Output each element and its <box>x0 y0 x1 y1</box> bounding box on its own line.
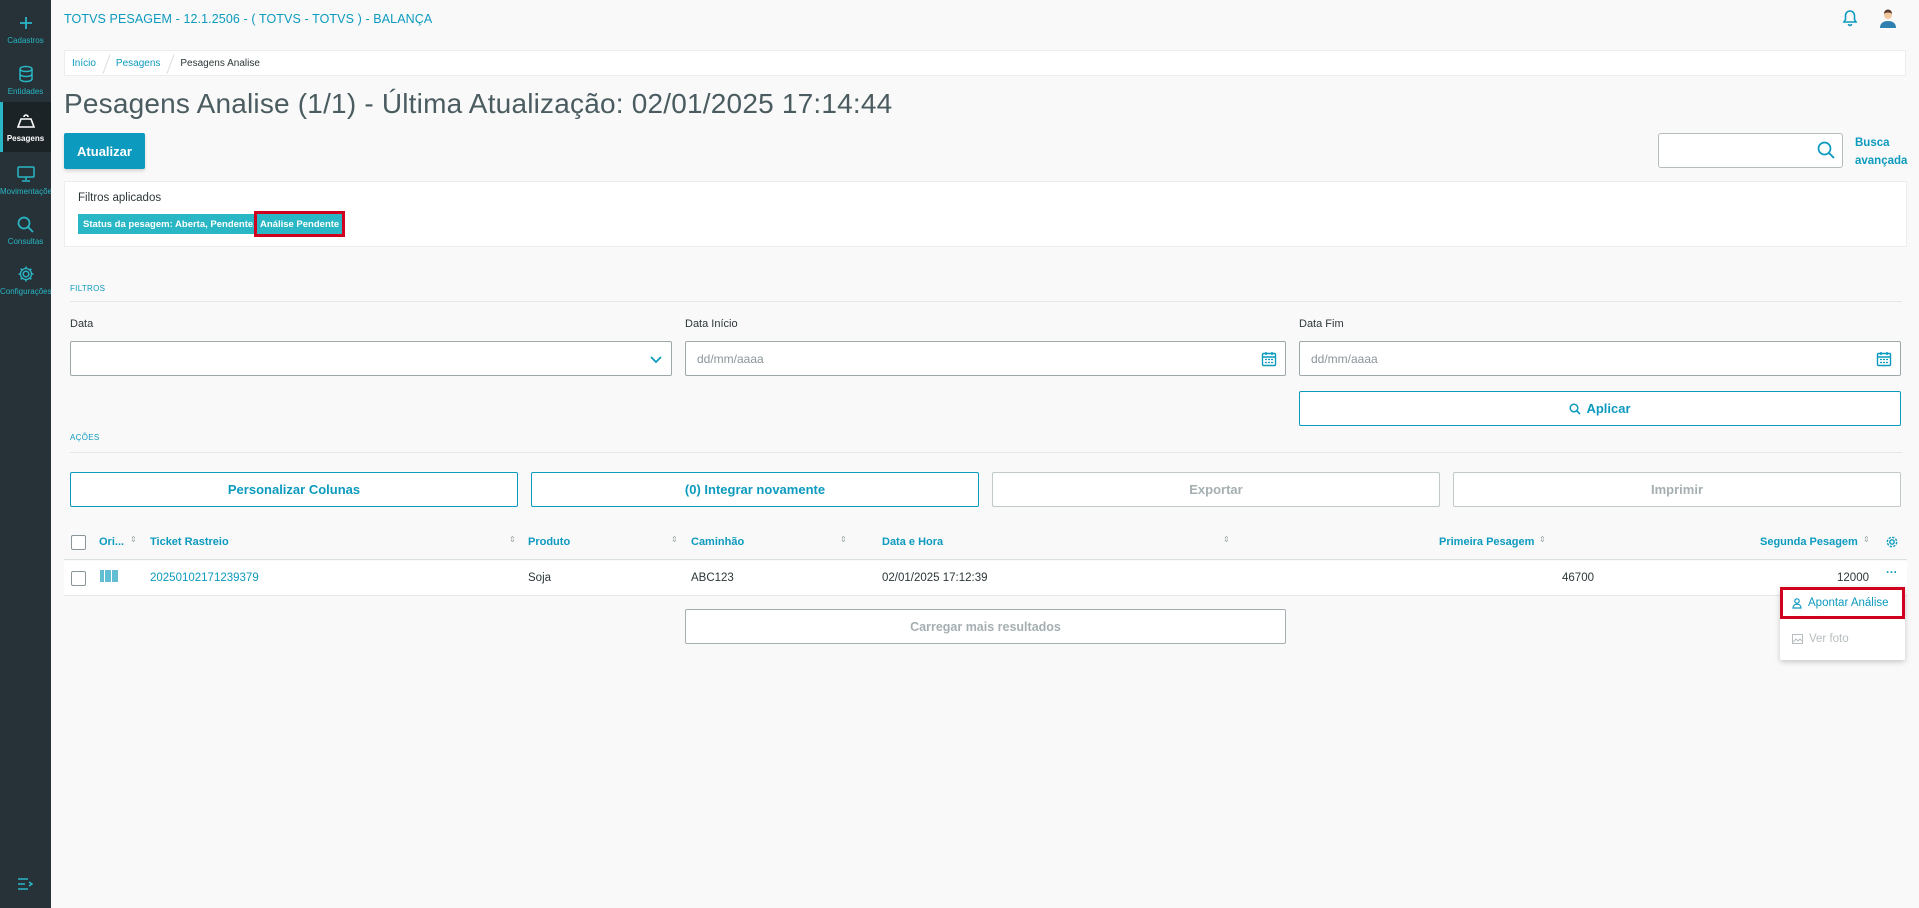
advanced-search-link[interactable]: Busca avançada <box>1855 134 1907 170</box>
col-produto[interactable]: Produto <box>528 536 570 548</box>
search-icon <box>1569 402 1582 415</box>
col-caminhao[interactable]: Caminhão <box>691 536 744 548</box>
topbar: TOTVS PESAGEM - 12.1.2506 - ( TOTVS - TO… <box>51 0 1919 38</box>
sidebar-item-configuracoes[interactable]: Configurações <box>0 255 51 305</box>
menu-item-apontar-analise[interactable]: Apontar Análise <box>1780 587 1905 619</box>
database-icon <box>16 64 36 84</box>
start-date-field[interactable]: dd/mm/aaaa <box>685 341 1286 376</box>
row-actions-menu: Apontar Análise Ver foto <box>1780 587 1905 660</box>
sidebar-item-label: Pesagens <box>6 134 45 143</box>
ticket-link[interactable]: 20250102171239379 <box>150 572 259 584</box>
sort-icon[interactable]: ⇕ <box>130 535 137 544</box>
advanced-search-line2: avançada <box>1855 155 1908 167</box>
sidebar-item-entidades[interactable]: Entidades <box>0 55 51 105</box>
col-ticket[interactable]: Ticket Rastreio <box>150 536 229 548</box>
breadcrumb-pesagens[interactable]: Pesagens <box>110 58 174 69</box>
calendar-icon[interactable] <box>1261 351 1277 370</box>
reintegrate-button[interactable]: (0) Integrar novamente <box>531 472 979 507</box>
date-select[interactable] <box>70 341 672 376</box>
refresh-button[interactable]: Atualizar <box>64 133 145 169</box>
col-origem[interactable]: Ori... <box>99 536 124 548</box>
applied-filters-panel: Filtros aplicados Status da pesagem: Abe… <box>64 181 1907 247</box>
sort-icon[interactable]: ⇕ <box>840 535 847 544</box>
end-date-placeholder: dd/mm/aaaa <box>1311 351 1378 366</box>
search-icon[interactable] <box>1817 141 1835 164</box>
filter-chip-analise-pendente[interactable]: Análise Pendente <box>254 211 346 237</box>
sidebar-item-label: Entidades <box>7 87 44 96</box>
menu-item-label: Apontar Análise <box>1808 597 1889 609</box>
applied-filters-title: Filtros aplicados <box>78 192 162 204</box>
sidebar: Cadastros Entidades Pesagens Movimentaçõ… <box>0 0 51 908</box>
search-input[interactable] <box>1658 133 1843 168</box>
col-data-hora[interactable]: Data e Hora <box>882 536 943 548</box>
sort-icon[interactable]: ⇕ <box>1863 535 1870 544</box>
start-date-label: Data Início <box>685 318 738 330</box>
filter-chip-status[interactable]: Status da pesagem: Aberta, Pendente, <box>78 214 261 234</box>
sidebar-item-label: Movimentações <box>0 187 51 196</box>
load-more-button[interactable]: Carregar mais resultados <box>685 609 1286 644</box>
customize-columns-button[interactable]: Personalizar Colunas <box>70 472 518 507</box>
cell-data-hora: 02/01/2025 17:12:39 <box>882 572 988 584</box>
bell-icon[interactable] <box>1842 9 1858 32</box>
menu-item-ver-foto[interactable]: Ver foto <box>1780 623 1905 655</box>
breadcrumb-inicio[interactable]: Início <box>72 58 110 69</box>
image-icon <box>1792 634 1803 644</box>
calendar-icon[interactable] <box>1876 351 1892 370</box>
end-date-field[interactable]: dd/mm/aaaa <box>1299 341 1901 376</box>
col-primeira-pesagem[interactable]: Primeira Pesagem <box>1439 536 1534 548</box>
sidebar-item-consultas[interactable]: Consultas <box>0 205 51 255</box>
breadcrumb: Início Pesagens Pesagens Analise <box>64 50 1906 76</box>
sort-icon[interactable]: ⇕ <box>1539 535 1546 544</box>
divider <box>70 452 1902 453</box>
barcode-icon <box>100 569 118 588</box>
row-more-actions-button[interactable]: ··· <box>1886 567 1898 579</box>
table-settings-gear-icon[interactable] <box>1885 535 1899 554</box>
sidebar-item-movimentacoes[interactable]: Movimentações <box>0 155 51 205</box>
actions-section-label: AÇÕES <box>70 433 100 442</box>
sidebar-item-label: Cadastros <box>7 36 44 45</box>
print-button[interactable]: Imprimir <box>1453 472 1901 507</box>
sort-icon[interactable]: ⇕ <box>671 535 678 544</box>
apply-filters-button[interactable]: Aplicar <box>1299 391 1901 426</box>
menu-collapse-icon[interactable] <box>17 877 34 895</box>
sidebar-item-label: Configurações <box>0 287 51 296</box>
scale-icon <box>16 111 36 131</box>
chevron-down-icon <box>649 352 663 369</box>
cell-segunda-pesagem: 12000 <box>1837 572 1869 584</box>
table-header: Ori... ⇕ Ticket Rastreio ⇕ Produto ⇕ Cam… <box>64 527 1907 560</box>
table-row[interactable]: 20250102171239379 Soja ABC123 02/01/2025… <box>64 561 1907 596</box>
export-button[interactable]: Exportar <box>992 472 1440 507</box>
sort-icon[interactable]: ⇕ <box>1223 535 1230 544</box>
cell-caminhao: ABC123 <box>691 572 734 584</box>
sidebar-item-cadastros[interactable]: Cadastros <box>0 4 51 54</box>
advanced-search-line1: Busca <box>1855 137 1890 149</box>
plus-icon <box>16 13 36 33</box>
sidebar-item-pesagens[interactable]: Pesagens <box>0 102 51 152</box>
date-label: Data <box>70 318 94 330</box>
avatar[interactable] <box>1878 8 1898 28</box>
breadcrumb-current: Pesagens Analise <box>180 57 260 69</box>
divider <box>70 301 1902 302</box>
search-icon <box>16 214 36 234</box>
monitor-icon <box>16 164 36 184</box>
cell-produto: Soja <box>528 572 552 584</box>
row-checkbox[interactable] <box>71 571 86 586</box>
apply-filters-label: Aplicar <box>1586 401 1631 416</box>
start-date-placeholder: dd/mm/aaaa <box>697 351 764 366</box>
app-title: TOTVS PESAGEM - 12.1.2506 - ( TOTVS - TO… <box>64 12 433 26</box>
menu-item-label: Ver foto <box>1809 633 1849 645</box>
gear-icon <box>16 264 36 284</box>
sort-icon[interactable]: ⇕ <box>509 535 516 544</box>
end-date-label: Data Fim <box>1299 318 1344 330</box>
user-icon <box>1792 597 1802 609</box>
filters-section-label: FILTROS <box>70 284 106 293</box>
col-segunda-pesagem[interactable]: Segunda Pesagem <box>1760 536 1858 548</box>
cell-primeira-pesagem: 46700 <box>1562 572 1594 584</box>
page-title: Pesagens Analise (1/1) - Última Atualiza… <box>64 88 893 119</box>
select-all-checkbox[interactable] <box>71 535 86 550</box>
sidebar-item-label: Consultas <box>7 237 44 246</box>
